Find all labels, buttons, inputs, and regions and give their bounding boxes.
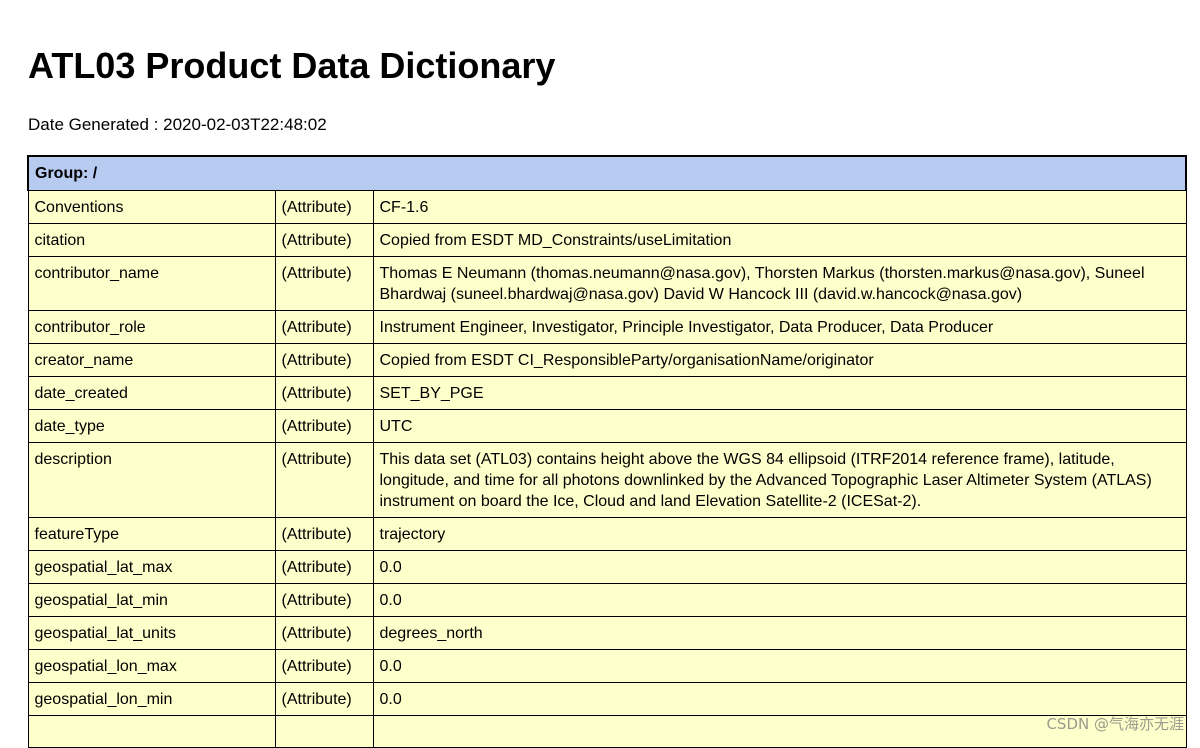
table-row: geospatial_lat_max (Attribute) 0.0 (27, 550, 1187, 584)
attribute-value: 0.0 (372, 550, 1187, 584)
table-row: description (Attribute) This data set (A… (27, 442, 1187, 518)
attribute-value: This data set (ATL03) contains height ab… (372, 442, 1187, 518)
attribute-type: (Attribute) (274, 409, 374, 443)
attribute-name: creator_name (27, 343, 276, 377)
watermark: CSDN @气海亦无涯 (1046, 715, 1184, 733)
attribute-type: (Attribute) (274, 442, 374, 518)
table-row: contributor_role (Attribute) Instrument … (27, 310, 1187, 344)
attribute-value: trajectory (372, 517, 1187, 551)
attribute-name: geospatial_lon_max (27, 649, 276, 683)
attribute-type: (Attribute) (274, 190, 374, 224)
attribute-name: geospatial_lat_units (27, 616, 276, 650)
table-row: citation (Attribute) Copied from ESDT MD… (27, 223, 1187, 257)
attribute-type: (Attribute) (274, 223, 374, 257)
table-row: geospatial_lon_min (Attribute) 0.0 (27, 682, 1187, 716)
table-row: Conventions (Attribute) CF-1.6 (27, 190, 1187, 224)
attribute-value: Copied from ESDT CI_ResponsibleParty/org… (372, 343, 1187, 377)
attribute-name: description (27, 442, 276, 518)
data-dictionary-table: Group: / Conventions (Attribute) CF-1.6 … (27, 155, 1187, 748)
group-label: Group: / (27, 155, 1187, 191)
attribute-value: CF-1.6 (372, 190, 1187, 224)
attribute-value: UTC (372, 409, 1187, 443)
date-generated: Date Generated : 2020-02-03T22:48:02 (28, 115, 327, 134)
table-row: date_created (Attribute) SET_BY_PGE (27, 376, 1187, 410)
table-row: featureType (Attribute) trajectory (27, 517, 1187, 551)
attribute-type: (Attribute) (274, 256, 374, 311)
attribute-type: (Attribute) (274, 343, 374, 377)
attribute-name: date_type (27, 409, 276, 443)
attribute-type: (Attribute) (274, 376, 374, 410)
attribute-value: 0.0 (372, 583, 1187, 617)
attribute-value: degrees_north (372, 616, 1187, 650)
attribute-name: citation (27, 223, 276, 257)
group-header-row: Group: / (27, 155, 1187, 191)
table-row: geospatial_lat_min (Attribute) 0.0 (27, 583, 1187, 617)
table-row: geospatial_lon_max (Attribute) 0.0 (27, 649, 1187, 683)
table-row: contributor_name (Attribute) Thomas E Ne… (27, 256, 1187, 311)
attribute-name: contributor_role (27, 310, 276, 344)
attribute-type: (Attribute) (274, 649, 374, 683)
table-row-partial (27, 715, 1187, 748)
page-title: ATL03 Product Data Dictionary (28, 45, 556, 86)
attribute-type: (Attribute) (274, 550, 374, 584)
attribute-name: Conventions (27, 190, 276, 224)
attribute-value: 0.0 (372, 682, 1187, 716)
table-row: geospatial_lat_units (Attribute) degrees… (27, 616, 1187, 650)
attribute-type: (Attribute) (274, 517, 374, 551)
attribute-type: (Attribute) (274, 310, 374, 344)
attribute-name: date_created (27, 376, 276, 410)
attribute-value: Thomas E Neumann (thomas.neumann@nasa.go… (372, 256, 1187, 311)
attribute-name: geospatial_lat_max (27, 550, 276, 584)
attribute-value: SET_BY_PGE (372, 376, 1187, 410)
attribute-name: geospatial_lat_min (27, 583, 276, 617)
table-row: date_type (Attribute) UTC (27, 409, 1187, 443)
attribute-value: 0.0 (372, 649, 1187, 683)
attribute-name: featureType (27, 517, 276, 551)
attribute-name: contributor_name (27, 256, 276, 311)
attribute-type: (Attribute) (274, 682, 374, 716)
attribute-name: geospatial_lon_min (27, 682, 276, 716)
attribute-type: (Attribute) (274, 583, 374, 617)
attribute-type: (Attribute) (274, 616, 374, 650)
attribute-value: Instrument Engineer, Investigator, Princ… (372, 310, 1187, 344)
attribute-value: Copied from ESDT MD_Constraints/useLimit… (372, 223, 1187, 257)
table-row: creator_name (Attribute) Copied from ESD… (27, 343, 1187, 377)
